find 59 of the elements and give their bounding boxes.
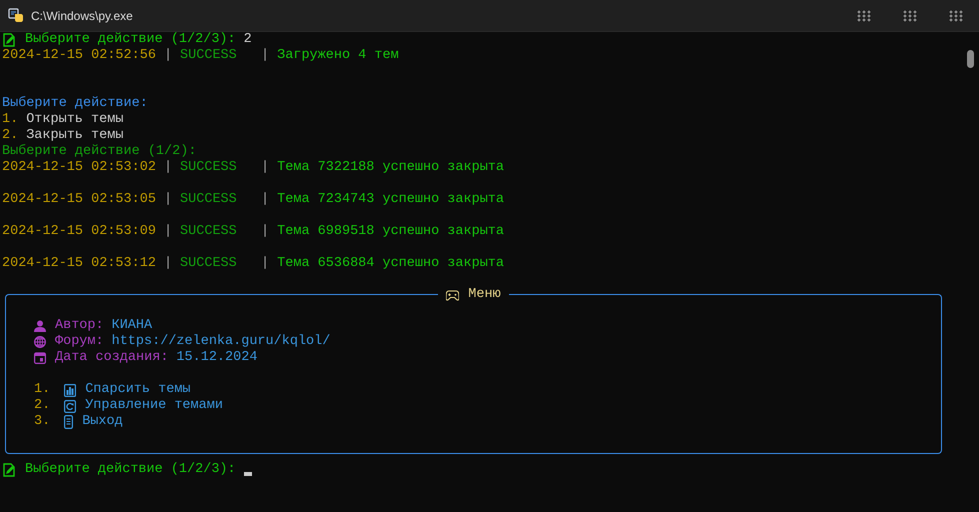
- log-separator: |: [164, 48, 172, 64]
- notepad-pencil-icon: [2, 33, 16, 47]
- log-timestamp: 2024-12-15 02:53:02: [2, 160, 156, 176]
- window-title: C:\Windows\py.exe: [31, 8, 134, 22]
- globe-icon: [34, 336, 46, 348]
- option-number: 2.: [2, 128, 18, 144]
- log-separator: |: [164, 256, 172, 272]
- info-label: Дата создания:: [55, 350, 168, 366]
- gamepad-icon: [446, 290, 460, 300]
- panel-title: Меню: [468, 287, 501, 303]
- log-message: Тема 6989518 успешно закрыта: [277, 224, 504, 240]
- log-level: SUCCESS: [180, 48, 238, 64]
- phone-icon: [64, 415, 74, 429]
- prompt-text: Выберите действие (1/2):: [2, 144, 196, 160]
- log-timestamp: 2024-12-15 02:53:09: [2, 224, 156, 240]
- menu-item-number: 2.: [34, 398, 50, 414]
- log-separator: |: [164, 224, 172, 240]
- info-label: Форум:: [55, 334, 104, 350]
- prompt-text: Выберите действие (1/2/3):: [25, 32, 236, 48]
- log-message: Тема 7234743 успешно закрыта: [277, 192, 504, 208]
- prompt-text: Выберите действие (1/2/3):: [25, 462, 236, 478]
- log-separator: |: [261, 48, 270, 64]
- info-value: https://zelenka.guru/kqlol/: [112, 334, 330, 350]
- scrollbar-thumb[interactable]: [967, 50, 974, 68]
- typed-value: 2: [244, 32, 252, 48]
- python-icon: [8, 8, 24, 24]
- menu-item-number: 1.: [34, 382, 50, 398]
- log-level: SUCCESS: [180, 256, 238, 272]
- grid-icon[interactable]: [857, 10, 871, 22]
- log-separator: |: [164, 192, 172, 208]
- option-text: Закрыть темы: [26, 128, 124, 144]
- log-level: SUCCESS: [180, 160, 238, 176]
- info-value: КИАНА: [112, 318, 152, 334]
- calendar-icon: [34, 352, 46, 364]
- bar-chart-icon: [64, 384, 76, 396]
- log-separator: |: [261, 256, 270, 272]
- grid-icon[interactable]: [949, 10, 963, 22]
- log-message: Тема 7322188 успешно закрыта: [277, 160, 504, 176]
- log-level: SUCCESS: [180, 192, 238, 208]
- log-separator: |: [261, 192, 270, 208]
- grid-icon[interactable]: [903, 10, 917, 22]
- log-timestamp: 2024-12-15 02:53:05: [2, 192, 156, 208]
- log-message: Тема 6536884 успешно закрыта: [277, 256, 504, 272]
- person-icon: [34, 320, 46, 332]
- refresh-icon: [64, 400, 76, 412]
- log-separator: |: [261, 224, 270, 240]
- log-timestamp: 2024-12-15 02:53:12: [2, 256, 156, 272]
- log-separator: |: [164, 160, 172, 176]
- option-text: Открыть темы: [26, 112, 124, 128]
- menu-item-number: 3.: [34, 414, 50, 430]
- menu-heading: Выберите действие:: [2, 96, 148, 112]
- notepad-pencil-icon: [2, 463, 16, 477]
- log-level: SUCCESS: [180, 224, 238, 240]
- log-timestamp: 2024-12-15 02:52:56: [2, 48, 156, 64]
- info-label: Автор:: [55, 318, 104, 334]
- info-value: 15.12.2024: [176, 350, 258, 366]
- option-number: 1.: [2, 112, 18, 128]
- log-message: Загружено 4 тем: [277, 48, 399, 64]
- log-separator: |: [261, 160, 270, 176]
